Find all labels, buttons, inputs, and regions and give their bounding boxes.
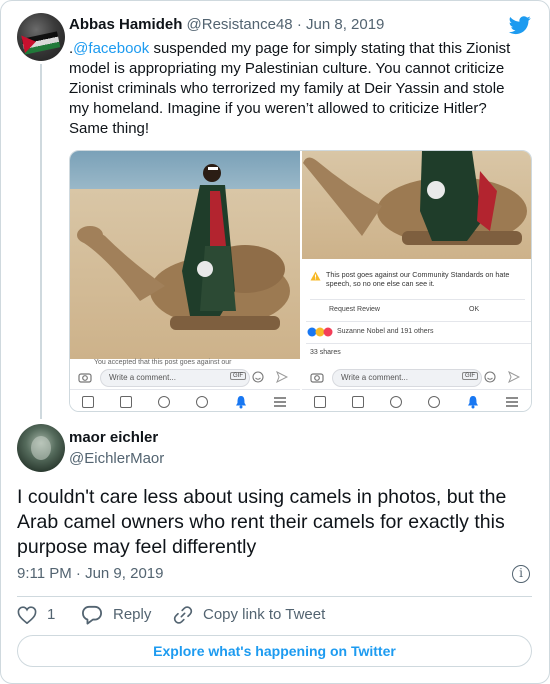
comment-input-left[interactable]: Write a comment... (100, 369, 250, 387)
date-separator: · (292, 16, 306, 33)
like-count: 1 (47, 606, 56, 623)
gif-icon[interactable]: GIF (230, 372, 246, 380)
comment-placeholder-left: Write a comment... (109, 373, 176, 382)
reactions-count[interactable]: Suzanne Nobel and 191 others (337, 328, 434, 335)
home-icon[interactable] (82, 396, 94, 408)
warning-divider (310, 299, 525, 300)
reaction-emojis-icon (307, 327, 333, 337)
bell-icon[interactable] (467, 395, 479, 409)
quoted-tweet-text: .@facebook suspended my page for simply … (69, 39, 525, 139)
profile-icon[interactable] (390, 396, 402, 408)
twitter-bird-icon[interactable] (508, 14, 532, 36)
gif-icon[interactable]: GIF (462, 372, 478, 380)
warning-text: This post goes against our Community Sta… (326, 270, 510, 288)
media-photo-left[interactable]: You accepted that this post goes against… (70, 151, 300, 411)
thread-line (40, 64, 42, 419)
bell-icon[interactable] (235, 395, 247, 409)
copy-link-button[interactable]: Copy link to Tweet (173, 604, 325, 626)
camera-icon[interactable] (310, 371, 324, 383)
menu-icon[interactable] (505, 396, 519, 408)
info-icon[interactable]: i (512, 565, 530, 583)
reply-label: Reply (113, 606, 152, 623)
ok-button[interactable]: OK (469, 306, 479, 313)
reactions-divider (306, 321, 531, 322)
fb-nav-right (302, 389, 531, 411)
profile-icon[interactable] (158, 396, 170, 408)
home-icon[interactable] (314, 396, 326, 408)
quoted-tweet-date[interactable]: Jun 8, 2019 (306, 16, 384, 33)
fb-bar-left: You accepted that this post goes against… (70, 359, 300, 389)
groups-icon[interactable] (196, 396, 208, 408)
send-icon[interactable] (276, 371, 288, 383)
menu-icon[interactable] (273, 396, 287, 408)
like-button[interactable]: 1 (17, 604, 55, 626)
shares-divider (306, 343, 531, 344)
shares-count[interactable]: 33 shares (310, 349, 341, 356)
comment-input-right[interactable]: Write a comment... (332, 369, 482, 387)
emoji-icon[interactable] (484, 371, 496, 383)
copy-link-label: Copy link to Tweet (203, 606, 326, 623)
camel-photo-right (303, 151, 527, 245)
facebook-mention-link[interactable]: @facebook (73, 40, 149, 57)
send-icon[interactable] (508, 371, 520, 383)
left-snippet-text: You accepted that this post goes against… (94, 359, 232, 366)
watch-icon[interactable] (120, 396, 132, 408)
groups-icon[interactable] (428, 396, 440, 408)
quoted-tweet-media[interactable]: You accepted that this post goes against… (69, 150, 532, 412)
camel-photo-left (77, 164, 290, 330)
quoted-author-avatar[interactable] (17, 13, 65, 61)
author-name[interactable]: maor eichler (69, 429, 158, 447)
quoted-author-handle[interactable]: @Resistance48 (187, 16, 293, 33)
quoted-author-name[interactable]: Abbas Hamideh (69, 16, 182, 33)
quoted-tweet-header: Abbas Hamideh @Resistance48 · Jun 8, 201… (69, 16, 384, 34)
camera-icon[interactable] (78, 371, 92, 383)
emoji-icon[interactable] (252, 371, 264, 383)
watch-icon[interactable] (352, 396, 364, 408)
tweet-text: I couldn't care less about using camels … (17, 486, 507, 558)
fb-warning-panel: This post goes against our Community Sta… (302, 259, 531, 359)
warning-icon (310, 271, 321, 281)
avatar-face (31, 436, 51, 460)
request-review-button[interactable]: Request Review (329, 306, 380, 313)
explore-twitter-button[interactable]: Explore what's happening on Twitter (17, 635, 532, 667)
comment-placeholder-right: Write a comment... (341, 373, 408, 382)
fb-bar-right: Write a comment... GIF (302, 359, 531, 389)
media-photo-right[interactable]: This post goes against our Community Sta… (302, 151, 531, 411)
tweet-timestamp[interactable]: 9:11 PM · Jun 9, 2019 (17, 565, 163, 583)
fb-nav-left (70, 389, 300, 411)
reply-icon (82, 605, 102, 625)
reply-button[interactable]: Reply (81, 604, 151, 626)
author-handle[interactable]: @EichlerMaor (69, 450, 164, 468)
divider (17, 596, 532, 597)
heart-icon (17, 606, 37, 624)
author-avatar[interactable] (17, 424, 65, 472)
link-icon (173, 606, 193, 624)
